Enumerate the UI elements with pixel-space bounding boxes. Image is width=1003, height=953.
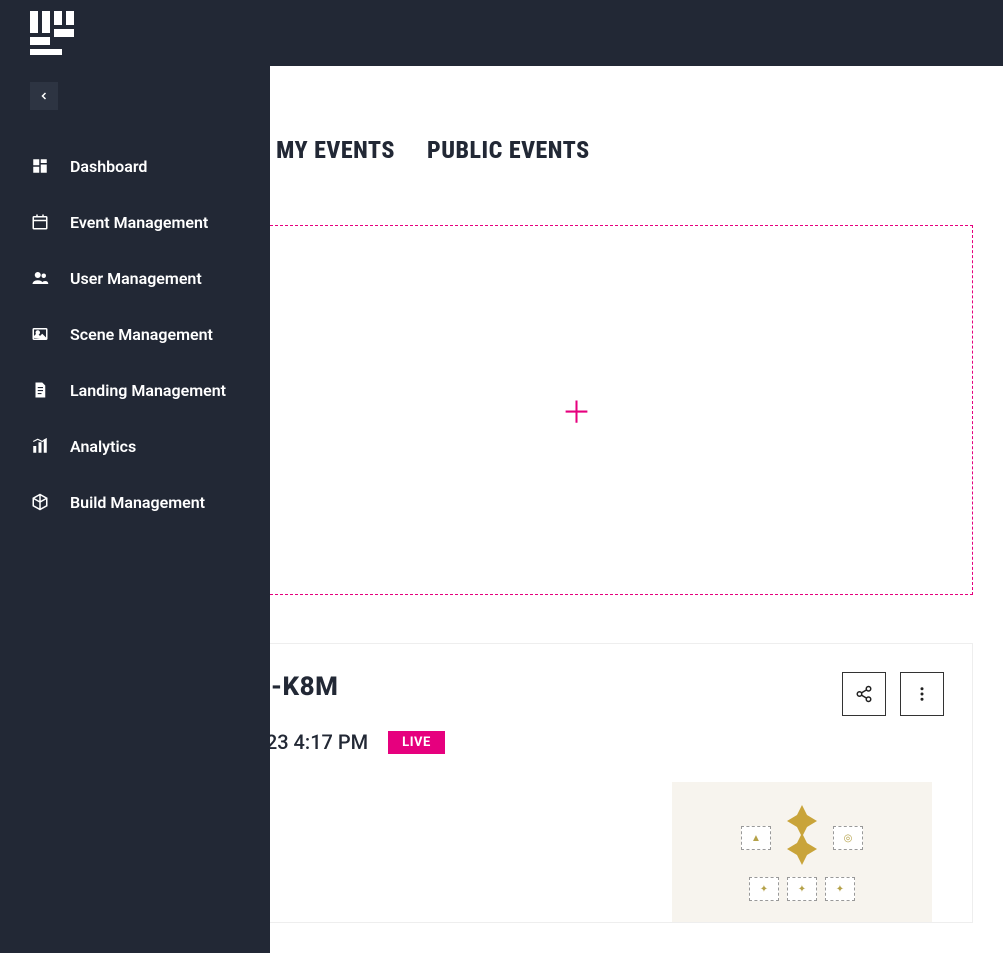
sidebar-item-label: Analytics bbox=[70, 437, 136, 456]
share-icon bbox=[855, 685, 873, 703]
image-icon bbox=[30, 324, 50, 344]
event-card: TING-K8M 0th 2023 4:17 PM LIVE bbox=[180, 643, 973, 923]
sidebar-item-label: Event Management bbox=[70, 213, 208, 232]
sidebar-item-user-management[interactable]: User Management bbox=[0, 250, 270, 306]
sidebar-item-label: User Management bbox=[70, 269, 202, 288]
event-card-header: TING-K8M bbox=[209, 672, 944, 716]
event-preview: ▲ ◎ ✦ ✦ ✦ bbox=[672, 782, 932, 922]
plus-icon: ＋ bbox=[562, 388, 592, 432]
sidebar-item-landing-management[interactable]: Landing Management bbox=[0, 362, 270, 418]
sidebar-item-scene-management[interactable]: Scene Management bbox=[0, 306, 270, 362]
sidebar-item-build-management[interactable]: Build Management bbox=[0, 474, 270, 530]
dashboard-icon bbox=[30, 156, 50, 176]
sidebar-collapse-button[interactable] bbox=[30, 82, 58, 110]
sidebar: Dashboard Event Management User Manageme… bbox=[0, 66, 270, 953]
users-icon bbox=[30, 268, 50, 288]
event-meta: 0th 2023 4:17 PM LIVE bbox=[209, 730, 944, 754]
sidebar-item-label: Scene Management bbox=[70, 325, 213, 344]
sidebar-item-analytics[interactable]: Analytics bbox=[0, 418, 270, 474]
app-logo bbox=[30, 11, 74, 55]
calendar-icon bbox=[30, 212, 50, 232]
sidebar-item-dashboard[interactable]: Dashboard bbox=[0, 138, 270, 194]
topbar bbox=[0, 0, 1003, 66]
document-icon bbox=[30, 380, 50, 400]
share-button[interactable] bbox=[842, 672, 886, 716]
chevron-left-icon bbox=[38, 90, 50, 102]
more-vertical-icon bbox=[913, 685, 931, 703]
event-thumbnail-graphic: ▲ ◎ ✦ ✦ ✦ bbox=[741, 803, 863, 901]
analytics-icon bbox=[30, 436, 50, 456]
more-button[interactable] bbox=[900, 672, 944, 716]
sidebar-item-label: Dashboard bbox=[70, 157, 147, 176]
sidebar-item-label: Build Management bbox=[70, 493, 205, 512]
cube-icon bbox=[30, 492, 50, 512]
tabs: TINGS MY EVENTS PUBLIC EVENTS bbox=[180, 136, 1003, 175]
live-badge: LIVE bbox=[388, 731, 445, 754]
create-event-card[interactable]: ＋ bbox=[180, 225, 973, 595]
tab-my-events[interactable]: MY EVENTS bbox=[276, 136, 395, 175]
event-card-actions bbox=[842, 672, 944, 716]
tab-public-events[interactable]: PUBLIC EVENTS bbox=[427, 136, 590, 175]
sidebar-item-event-management[interactable]: Event Management bbox=[0, 194, 270, 250]
sidebar-item-label: Landing Management bbox=[70, 381, 226, 400]
sidebar-nav: Dashboard Event Management User Manageme… bbox=[0, 138, 270, 530]
